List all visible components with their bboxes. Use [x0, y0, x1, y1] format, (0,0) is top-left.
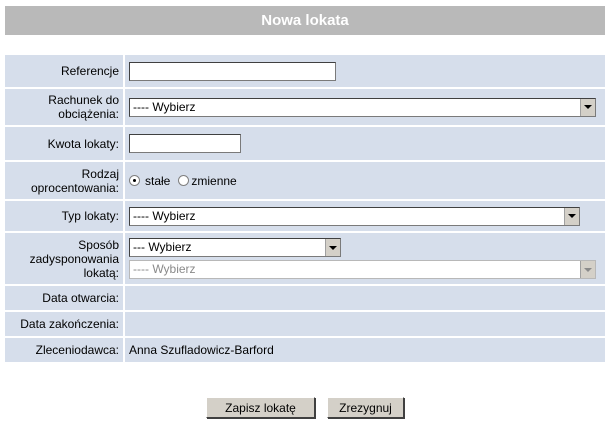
open-date-value	[124, 285, 605, 312]
disposition-row: Sposób zadysponowania lokatą: --- Wybierz …	[5, 232, 605, 286]
disposition-label: Sposób zadysponowania lokatą:	[5, 232, 125, 286]
amount-label: Kwota lokaty:	[5, 126, 125, 162]
save-deposit-button[interactable]: Zapisz lokatę	[206, 397, 315, 418]
chevron-down-icon[interactable]	[325, 239, 340, 256]
radio-checked-icon[interactable]	[129, 175, 140, 186]
amount-row: Kwota lokaty:	[5, 126, 605, 162]
interest-type-label: Rodzaj oprocentowania:	[5, 161, 125, 201]
deposit-type-label: Typ lokaty:	[5, 200, 125, 233]
deposit-type-select[interactable]: ---- Wybierz	[129, 206, 580, 226]
orderer-value: Anna Szufladowicz-Barford	[124, 337, 605, 364]
reference-label: Referencje	[5, 55, 125, 89]
page-title: Nowa lokata	[5, 6, 605, 35]
orderer-label: Zleceniodawca:	[5, 337, 125, 364]
interest-type-radio-group: stałe zmienne	[129, 174, 601, 188]
interest-variable-label[interactable]: zmienne	[191, 174, 236, 188]
close-date-value	[124, 311, 605, 338]
chevron-down-icon[interactable]	[564, 207, 579, 225]
radio-unchecked-icon[interactable]	[178, 175, 190, 186]
debit-account-select[interactable]: ---- Wybierz	[129, 97, 596, 117]
chevron-down-icon	[580, 261, 595, 278]
disposition-primary-selected: --- Wybierz	[133, 240, 192, 254]
deposit-type-row: Typ lokaty: ---- Wybierz	[5, 200, 605, 233]
deposit-type-selected: ---- Wybierz	[133, 208, 196, 223]
interest-variable-option[interactable]: zmienne	[178, 174, 237, 188]
amount-input[interactable]	[129, 134, 241, 153]
disposition-primary-select[interactable]: --- Wybierz	[129, 238, 341, 257]
deposit-form: Referencje Rachunek do obciążenia: ---- W…	[5, 55, 605, 364]
interest-type-row: Rodzaj oprocentowania: stałe zmienne	[5, 161, 605, 201]
cancel-button[interactable]: Zrezygnuj	[327, 397, 404, 418]
debit-account-row: Rachunek do obciążenia: ---- Wybierz	[5, 88, 605, 127]
reference-row: Referencje	[5, 55, 605, 89]
open-date-label: Data otwarcia:	[5, 285, 125, 312]
debit-account-label: Rachunek do obciążenia:	[5, 88, 125, 127]
orderer-row: Zleceniodawca: Anna Szufladowicz-Barford	[5, 337, 605, 364]
interest-fixed-option[interactable]: stałe	[129, 174, 170, 188]
open-date-row: Data otwarcia:	[5, 285, 605, 312]
reference-input[interactable]	[129, 61, 336, 81]
debit-account-selected: ---- Wybierz	[133, 99, 196, 114]
disposition-secondary-select: ---- Wybierz	[129, 260, 596, 279]
interest-fixed-label[interactable]: stałe	[145, 174, 170, 188]
close-date-row: Data zakończenia:	[5, 311, 605, 338]
close-date-label: Data zakończenia:	[5, 311, 125, 338]
chevron-down-icon[interactable]	[580, 98, 595, 116]
disposition-secondary-selected: ---- Wybierz	[133, 262, 196, 276]
